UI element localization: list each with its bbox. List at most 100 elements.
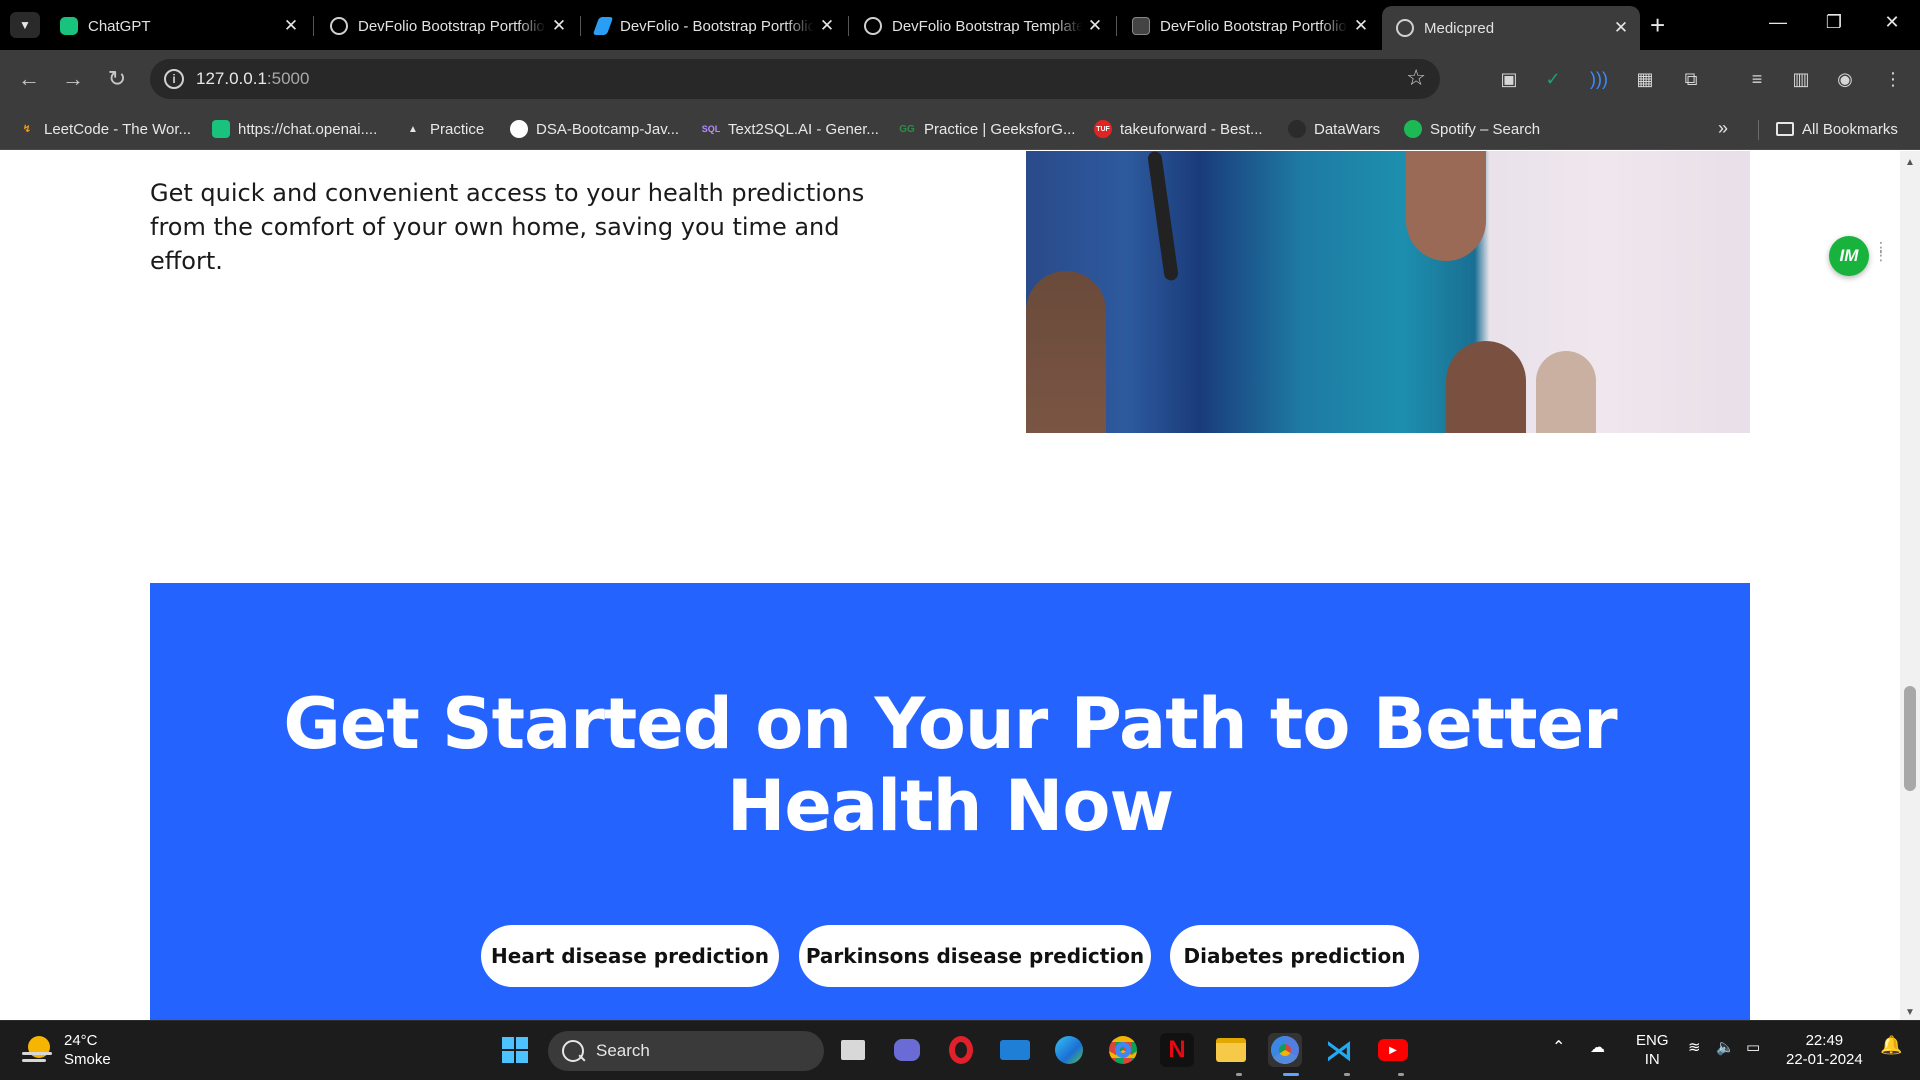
globe-icon bbox=[330, 17, 348, 35]
feature-description: Get quick and convenient access to your … bbox=[150, 179, 865, 275]
media-controls-icon[interactable]: ≡ bbox=[1744, 66, 1770, 92]
back-arrow-icon[interactable]: ← bbox=[14, 64, 44, 94]
volume-icon[interactable]: 🔈 bbox=[1716, 1038, 1735, 1057]
close-icon[interactable]: ✕ bbox=[278, 16, 304, 36]
minimize-icon[interactable]: — bbox=[1758, 12, 1798, 33]
tab-title: DevFolio Bootstrap Portfolio bbox=[1160, 17, 1347, 35]
taskbar-search[interactable]: Search bbox=[548, 1031, 824, 1071]
file-explorer-icon[interactable] bbox=[1214, 1033, 1248, 1067]
tab-strip: ▼ ChatGPT ✕ DevFolio Bootstrap Portfolio… bbox=[0, 0, 1920, 50]
bookmark-label: Text2SQL.AI - Gener... bbox=[728, 120, 879, 138]
bookmark-spotify[interactable]: Spotify – Search bbox=[1404, 116, 1540, 142]
window-close-icon[interactable]: ✕ bbox=[1872, 12, 1912, 33]
floating-widget-button[interactable]: IM bbox=[1829, 236, 1869, 276]
running-indicator bbox=[1344, 1073, 1350, 1076]
address-bar[interactable]: i 127.0.0.1:5000 ☆ bbox=[150, 59, 1440, 99]
chrome-active-icon[interactable] bbox=[1268, 1033, 1302, 1067]
onedrive-cloud-icon[interactable]: ☁ bbox=[1590, 1038, 1605, 1057]
tab-devfolio-3[interactable]: DevFolio Bootstrap Template ✕ bbox=[850, 6, 1114, 46]
extension-wave-icon[interactable]: ))) bbox=[1586, 66, 1612, 92]
clock[interactable]: 22:49 22-01-2024 bbox=[1786, 1031, 1863, 1069]
bookmark-label: takeuforward - Best... bbox=[1120, 120, 1263, 138]
site-info-icon[interactable]: i bbox=[164, 69, 184, 89]
tab-chatgpt[interactable]: ChatGPT ✕ bbox=[46, 6, 310, 46]
chrome-icon[interactable] bbox=[1106, 1033, 1140, 1067]
youtube-icon[interactable]: ▶ bbox=[1376, 1033, 1410, 1067]
task-view-icon[interactable] bbox=[836, 1033, 870, 1067]
more-bookmarks-chevron-icon[interactable]: » bbox=[1718, 118, 1728, 139]
chevron-down-icon: ▼ bbox=[19, 18, 31, 32]
url-text[interactable]: 127.0.0.1:5000 bbox=[196, 69, 309, 89]
tab-devfolio-4[interactable]: DevFolio Bootstrap Portfolio ✕ bbox=[1118, 6, 1380, 46]
bookmark-takeuforward[interactable]: TUF takeuforward - Best... bbox=[1094, 116, 1263, 142]
diabetes-prediction-button[interactable]: Diabetes prediction bbox=[1170, 925, 1419, 987]
bookmark-datawars[interactable]: DataWars bbox=[1288, 116, 1380, 142]
scroll-up-arrow-icon[interactable]: ▲ bbox=[1905, 157, 1915, 168]
vscode-icon[interactable]: ⋊ bbox=[1322, 1033, 1356, 1067]
menu-kebab-icon[interactable]: ⋮ bbox=[1880, 66, 1906, 92]
close-icon[interactable]: ✕ bbox=[1348, 16, 1374, 36]
restore-icon[interactable]: ❐ bbox=[1814, 12, 1854, 33]
running-indicator bbox=[1236, 1073, 1242, 1076]
wifi-icon[interactable]: ≋ bbox=[1688, 1038, 1701, 1057]
bookmark-chatgpt[interactable]: https://chat.openai.... bbox=[212, 116, 377, 142]
bookmark-label: https://chat.openai.... bbox=[238, 120, 378, 138]
scrollbar-thumb[interactable] bbox=[1904, 686, 1916, 791]
close-icon[interactable]: ✕ bbox=[546, 16, 572, 36]
mail-icon[interactable] bbox=[998, 1033, 1032, 1067]
netflix-icon[interactable]: N bbox=[1160, 1033, 1194, 1067]
tuf-icon: TUF bbox=[1094, 120, 1112, 138]
bookmark-dsa-bootcamp[interactable]: DSA-Bootcamp-Jav... bbox=[510, 116, 679, 142]
bookmark-leetcode[interactable]: ↯ LeetCode - The Wor... bbox=[18, 116, 191, 142]
reload-icon[interactable]: ↻ bbox=[102, 64, 132, 94]
photo-detail bbox=[1446, 341, 1526, 433]
bookmark-label: Practice | GeeksforG... bbox=[924, 120, 1076, 138]
close-icon[interactable]: ✕ bbox=[1082, 16, 1108, 36]
opera-icon[interactable] bbox=[944, 1033, 978, 1067]
photo-detail bbox=[1147, 151, 1179, 282]
tab-devfolio-1[interactable]: DevFolio Bootstrap Portfolio ✕ bbox=[316, 6, 578, 46]
bookmark-text2sql[interactable]: SQL Text2SQL.AI - Gener... bbox=[702, 116, 879, 142]
extension-puzzle-piece-icon[interactable]: ▦ bbox=[1632, 66, 1658, 92]
weather-widget[interactable]: 24°C Smoke bbox=[22, 1031, 111, 1069]
extension-check-icon[interactable]: ✓ bbox=[1540, 66, 1566, 92]
language-indicator[interactable]: ENG IN bbox=[1636, 1031, 1669, 1069]
photo-detail bbox=[1536, 351, 1596, 433]
photo-detail bbox=[1406, 151, 1486, 261]
scroll-down-arrow-icon[interactable]: ▼ bbox=[1905, 1007, 1915, 1018]
chatgpt-icon bbox=[60, 17, 78, 35]
heart-disease-prediction-button[interactable]: Heart disease prediction bbox=[481, 925, 779, 987]
tab-search-button[interactable]: ▼ bbox=[10, 12, 40, 38]
clock-time: 22:49 bbox=[1805, 1032, 1844, 1049]
drag-handle-icon[interactable]: ⋮ ⋮ bbox=[1874, 240, 1888, 262]
side-panel-icon[interactable]: ▥ bbox=[1788, 66, 1814, 92]
folder-icon bbox=[1776, 122, 1794, 136]
close-icon[interactable]: ✕ bbox=[1608, 18, 1634, 38]
show-hidden-icons-chevron-icon[interactable]: ⌃ bbox=[1552, 1038, 1565, 1057]
new-tab-button[interactable]: + bbox=[1650, 10, 1665, 40]
forward-arrow-icon[interactable]: → bbox=[58, 64, 88, 94]
battery-icon[interactable]: ▭ bbox=[1746, 1038, 1760, 1057]
bookmark-geeksforgeeks[interactable]: GG Practice | GeeksforG... bbox=[898, 116, 1075, 142]
close-icon[interactable]: ✕ bbox=[814, 16, 840, 36]
running-indicator bbox=[1398, 1073, 1404, 1076]
bookmarks-divider bbox=[1758, 120, 1759, 140]
windows-start-icon[interactable] bbox=[498, 1033, 532, 1067]
bookmark-label: Spotify – Search bbox=[1430, 120, 1541, 138]
parkinsons-disease-prediction-button[interactable]: Parkinsons disease prediction bbox=[799, 925, 1151, 987]
profile-avatar[interactable]: ◉ bbox=[1832, 66, 1858, 92]
extensions-icon[interactable]: ⧉ bbox=[1678, 66, 1704, 92]
teams-meet-icon[interactable] bbox=[890, 1033, 924, 1067]
bookmark-practice[interactable]: ▲ Practice bbox=[404, 116, 484, 142]
all-bookmarks[interactable]: All Bookmarks bbox=[1776, 116, 1898, 142]
tab-medicpred[interactable]: Medicpred ✕ bbox=[1382, 6, 1640, 50]
bookmark-label: DSA-Bootcamp-Jav... bbox=[536, 120, 680, 138]
edge-icon[interactable] bbox=[1052, 1033, 1086, 1067]
picture-in-picture-icon[interactable]: ▣ bbox=[1496, 66, 1522, 92]
tab-devfolio-2[interactable]: DevFolio - Bootstrap Portfolio ✕ bbox=[582, 6, 846, 46]
bookmark-star-icon[interactable]: ☆ bbox=[1406, 65, 1426, 91]
taskbar-search-label: Search bbox=[596, 1041, 650, 1060]
bookmark-label: LeetCode - The Wor... bbox=[44, 120, 192, 138]
notifications-bell-icon[interactable]: 🔔 bbox=[1880, 1036, 1902, 1055]
page-scrollbar[interactable]: ▲ ▼ bbox=[1900, 151, 1920, 1020]
